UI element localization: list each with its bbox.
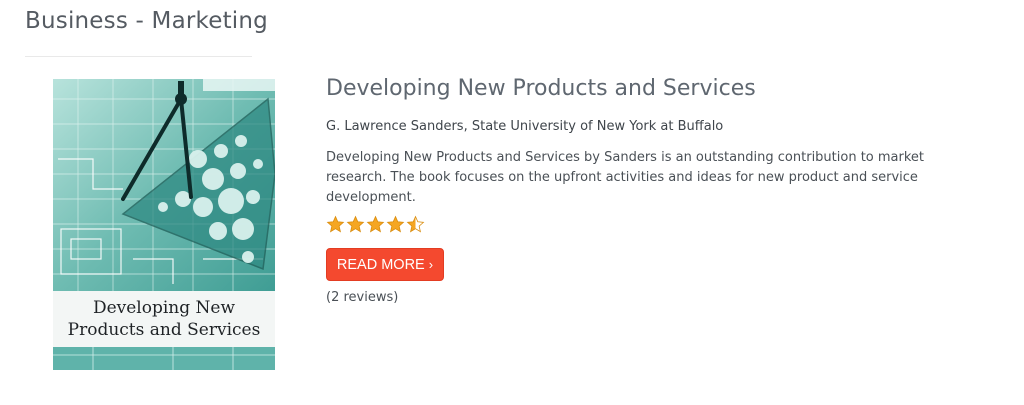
star-icon (326, 215, 345, 233)
read-more-label: READ MORE (336, 256, 425, 273)
book-title[interactable]: Developing New Products and Services (326, 76, 756, 101)
cover-bottom-strip (53, 347, 275, 370)
star-icon (386, 215, 405, 233)
category-title: Business - Marketing (25, 8, 268, 34)
star-icon (346, 215, 365, 233)
cover-title-line1: Developing New (92, 298, 236, 318)
star-icon (366, 215, 385, 233)
book-description: Developing New Products and Services by … (326, 150, 925, 205)
star-rating (326, 215, 425, 234)
half-star-icon (406, 215, 425, 233)
chevron-right-icon: › (428, 257, 434, 272)
review-count[interactable]: (2 reviews) (326, 290, 398, 305)
cover-caption: Developing New Products and Services (53, 291, 275, 347)
book-cover[interactable]: Developing New Products and Services (53, 79, 275, 370)
read-more-button[interactable]: READ MORE › (326, 248, 444, 281)
title-divider (25, 56, 252, 57)
cover-title-line2: Products and Services (67, 320, 261, 340)
book-author: G. Lawrence Sanders, State University of… (326, 119, 724, 134)
blueprint-illustration (53, 79, 275, 291)
